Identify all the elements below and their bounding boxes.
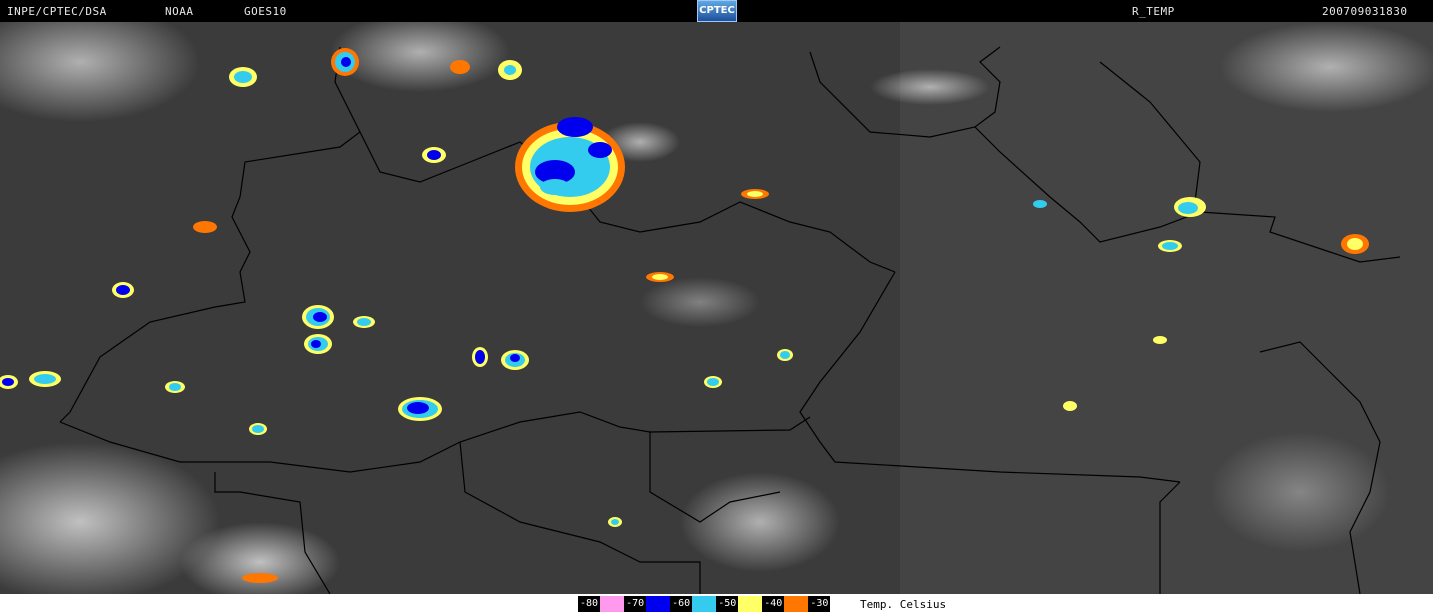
legend-value: -70 (624, 596, 647, 612)
cell-small-17 (777, 349, 793, 361)
product-label: R_TEMP (1132, 5, 1175, 18)
agency-label: NOAA (165, 5, 194, 18)
legend-scale: -80 -70 -60 -50 -40 -30 (578, 596, 831, 612)
cell-small-24 (165, 381, 185, 393)
cell-small-25 (249, 423, 267, 435)
source-label: INPE/CPTEC/DSA (7, 5, 107, 18)
cell-small-9 (472, 347, 488, 367)
legend-unit: Temp. Celsius (860, 598, 947, 611)
cell-small-8 (501, 350, 529, 370)
cell-small-4 (498, 60, 522, 80)
cell-small-1 (331, 48, 359, 76)
legend-value: -60 (670, 596, 693, 612)
legend-value: -30 (808, 596, 831, 612)
color-legend: -80 -70 -60 -50 -40 -30 Temp. Celsius (0, 594, 1433, 614)
legend-entry: -50 (716, 596, 763, 612)
legend-entry: -80 (578, 596, 625, 612)
cell-small-19 (1153, 336, 1167, 344)
satellite-label: GOES10 (244, 5, 287, 18)
header-bar: INPE/CPTEC/DSA NOAA GOES10 CPTEC R_TEMP … (0, 0, 1433, 22)
legend-value: -40 (762, 596, 785, 612)
timestamp-label: 200709031830 (1322, 5, 1408, 18)
legend-swatch (784, 596, 809, 612)
cell-small-23 (1341, 234, 1369, 254)
legend-entry: -60 (670, 596, 717, 612)
cell-small-22 (608, 517, 622, 527)
legend-value: -80 (578, 596, 601, 612)
cell-small-13 (353, 316, 375, 328)
cell-small-2 (229, 67, 257, 87)
legend-value: -50 (716, 596, 739, 612)
cell-small-21 (1033, 200, 1047, 208)
cell-small-14 (1174, 197, 1206, 217)
cptec-logo: CPTEC (697, 0, 737, 22)
cell-small-3 (422, 147, 446, 163)
cell-small-15 (1158, 240, 1182, 252)
legend-swatch (692, 596, 717, 612)
cell-small-18 (646, 272, 674, 282)
cell-small-16 (704, 376, 722, 388)
legend-entry: -40 (762, 596, 809, 612)
cell-small-11 (29, 371, 61, 387)
legend-swatch (738, 596, 763, 612)
cell-small-27 (193, 221, 217, 233)
cell-small-5 (302, 305, 334, 329)
legend-swatch (646, 596, 671, 612)
satellite-image (0, 22, 1433, 594)
cell-small-20 (1063, 401, 1077, 411)
cell-small-7 (398, 397, 442, 421)
legend-swatch (600, 596, 625, 612)
legend-entry: -70 (624, 596, 671, 612)
cell-small-6 (304, 334, 332, 354)
cell-small-26 (242, 573, 278, 583)
legend-entry: -30 (808, 596, 831, 612)
cell-small-28 (450, 60, 470, 74)
cell-small-10 (112, 282, 134, 298)
cell-small-29 (741, 189, 769, 199)
